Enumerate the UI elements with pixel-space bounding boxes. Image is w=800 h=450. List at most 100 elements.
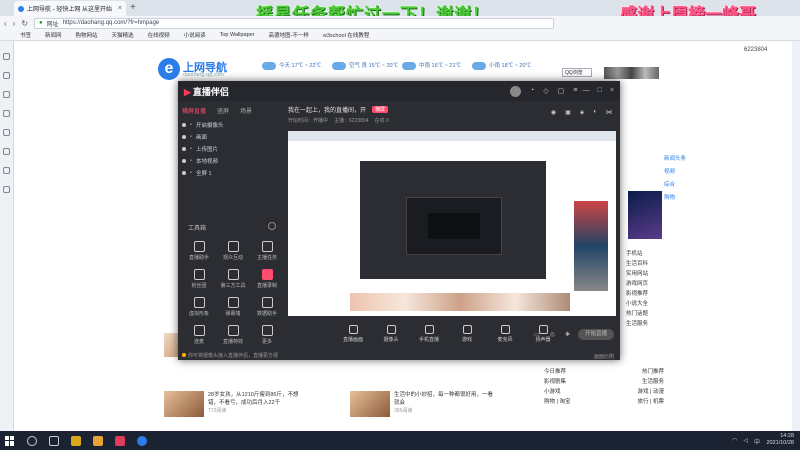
task-view-icon[interactable] bbox=[49, 435, 59, 446]
category-link[interactable]: 游戏网页 bbox=[626, 279, 670, 289]
quick-link[interactable]: 综合 bbox=[664, 179, 704, 192]
forward-icon[interactable]: › bbox=[13, 19, 16, 28]
bookmark-item[interactable]: 新闻网 bbox=[45, 31, 62, 39]
source-button[interactable]: 麦克风 bbox=[492, 325, 518, 343]
eye-icon[interactable] bbox=[182, 123, 186, 127]
region-select[interactable]: QQ浏览 bbox=[562, 68, 592, 77]
stream-preview[interactable] bbox=[288, 131, 616, 316]
camera-icon[interactable]: ▭ bbox=[534, 331, 540, 338]
bell-icon[interactable]: ◐ bbox=[593, 109, 597, 116]
sidebar-bookmark-icon[interactable] bbox=[3, 72, 10, 79]
new-tab-icon[interactable]: + bbox=[130, 2, 136, 13]
scene-item[interactable]: ▫ 全屏 1 bbox=[182, 167, 282, 179]
bookmark-item[interactable]: 小说阅读 bbox=[184, 31, 206, 39]
tab-scenes[interactable]: 场景 bbox=[240, 106, 252, 115]
weather-item[interactable]: 空气 良 15℃ ~ 20℃ bbox=[332, 61, 398, 70]
user-icon[interactable]: ◉ bbox=[551, 109, 556, 116]
tool-button[interactable]: 观众互动 bbox=[216, 241, 250, 261]
sidebar-cart-icon[interactable] bbox=[3, 167, 10, 174]
eye-icon[interactable] bbox=[182, 147, 186, 151]
eye-icon[interactable] bbox=[182, 159, 186, 163]
close-icon[interactable]: × bbox=[610, 87, 614, 94]
tab-landscape[interactable]: 横屏直播 bbox=[182, 106, 206, 115]
browser-icon[interactable] bbox=[137, 435, 147, 446]
sidebar-note-icon[interactable] bbox=[3, 186, 10, 193]
service-link[interactable]: 影视剧集 bbox=[544, 377, 566, 387]
service-link[interactable]: 旅行 | 机票 bbox=[638, 397, 665, 407]
stream-title[interactable]: 我在一起上，我的直播间，开 bbox=[288, 105, 366, 114]
scene-item[interactable]: ▫ 上传图片 bbox=[182, 143, 282, 155]
source-button[interactable]: 手机直播 bbox=[416, 325, 442, 343]
bookmark-item[interactable]: w3school 在线教程 bbox=[323, 31, 369, 39]
clock[interactable]: 14:28 2021/10/28 bbox=[766, 433, 794, 447]
bell-icon[interactable]: ◔ bbox=[530, 87, 534, 95]
quick-link[interactable]: 购物 bbox=[664, 192, 704, 205]
source-button[interactable]: 摄像头 bbox=[378, 325, 404, 343]
share-icon[interactable]: ⋈ bbox=[606, 109, 612, 116]
user-avatar[interactable] bbox=[510, 86, 521, 97]
skin-icon[interactable]: ◇ bbox=[543, 87, 548, 95]
bookmark-item[interactable]: Top Wallpaper bbox=[220, 32, 255, 38]
minimize-icon[interactable]: — bbox=[583, 87, 590, 94]
tab-portrait[interactable]: 竖屏 bbox=[217, 106, 229, 115]
promo-banner[interactable] bbox=[628, 191, 662, 239]
app-icon[interactable] bbox=[93, 435, 103, 446]
eye-icon[interactable] bbox=[182, 171, 186, 175]
message-icon[interactable]: ▢ bbox=[558, 87, 565, 95]
quick-link[interactable]: 新闻头条 bbox=[664, 153, 704, 166]
service-link[interactable]: 购物 | 淘宝 bbox=[544, 397, 571, 407]
quick-link[interactable]: 视频 bbox=[664, 166, 704, 179]
bookmark-item[interactable]: 高德地图-不一样 bbox=[269, 31, 309, 39]
site-logo[interactable]: e 上网导航 daohang.qq.com bbox=[158, 58, 238, 82]
eye-icon[interactable] bbox=[182, 135, 186, 139]
sidebar-mail-icon[interactable] bbox=[3, 129, 10, 136]
eye-icon[interactable]: ◎ bbox=[550, 331, 555, 338]
tool-button[interactable]: 主播任务 bbox=[250, 241, 284, 261]
lock-icon[interactable]: ▫ bbox=[190, 170, 192, 176]
sidebar-home-icon[interactable] bbox=[3, 53, 10, 60]
scene-item[interactable]: ▫ 开启摄像头 bbox=[182, 119, 282, 131]
category-link[interactable]: 热门话题 bbox=[626, 309, 670, 319]
news-item[interactable]: 生活中的小妙招，每一种都很好用，一看就会 365阅读 bbox=[350, 391, 494, 417]
sidebar-download-icon[interactable] bbox=[3, 110, 10, 117]
tool-button[interactable]: 更多 bbox=[250, 325, 284, 345]
sidebar-history-icon[interactable] bbox=[3, 91, 10, 98]
volume-icon[interactable]: ◁ bbox=[743, 437, 748, 446]
avatar-strip[interactable] bbox=[604, 67, 659, 79]
category-link[interactable]: 生活服务 bbox=[626, 319, 670, 329]
category-link[interactable]: 实用网站 bbox=[626, 269, 670, 279]
menu-icon[interactable]: ≡ bbox=[573, 87, 577, 95]
live-companion-icon[interactable] bbox=[115, 435, 125, 446]
back-icon[interactable]: ‹ bbox=[4, 19, 7, 28]
category-link[interactable]: 生活百科 bbox=[626, 259, 670, 269]
stream-tag[interactable]: 横屏 bbox=[372, 106, 389, 113]
category-link[interactable]: 小说大全 bbox=[626, 299, 670, 309]
source-button[interactable]: 直播画面 bbox=[340, 325, 366, 343]
bookmark-item[interactable]: 书签 bbox=[20, 31, 31, 39]
service-link[interactable]: 小游戏 bbox=[544, 387, 561, 397]
start-live-button[interactable]: 开始直播 bbox=[578, 329, 614, 340]
tool-button[interactable]: 第三方工具 bbox=[216, 269, 250, 289]
network-icon[interactable]: ◠ bbox=[732, 437, 737, 446]
aspect-ratio-label[interactable]: 画面比例 bbox=[594, 353, 614, 360]
weather-item[interactable]: 小雨 18℃ ~ 20℃ bbox=[472, 61, 531, 70]
service-link[interactable]: 热门推荐 bbox=[642, 367, 664, 377]
bookmark-item[interactable]: 在线视频 bbox=[148, 31, 170, 39]
url-field[interactable]: ● 网址 https://daohang.qq.com/?fr=hmpage bbox=[34, 17, 555, 29]
bookmark-item[interactable]: 天猫精选 bbox=[112, 31, 134, 39]
news-item[interactable]: 28岁女孩，从1210斤瘦到86斤，不想错，不看亏，成功后月入22千 772阅读 bbox=[164, 391, 308, 417]
tool-button[interactable]: 粉丝团 bbox=[182, 269, 216, 289]
category-link[interactable]: 影视推荐 bbox=[626, 289, 670, 299]
toolbox-settings-icon[interactable] bbox=[268, 222, 276, 230]
lock-icon[interactable]: ▫ bbox=[190, 158, 192, 164]
tool-button[interactable]: 直播特效 bbox=[216, 325, 250, 345]
source-button[interactable]: 游戏 bbox=[454, 325, 480, 343]
windows-start-icon[interactable] bbox=[5, 435, 15, 446]
tool-button[interactable]: 直播录制 bbox=[250, 269, 284, 289]
service-link[interactable]: 游戏 | 动漫 bbox=[638, 387, 665, 397]
weather-item[interactable]: 今天 17℃ ~ 22℃ bbox=[262, 61, 321, 70]
scene-item[interactable]: ▫ 画面 bbox=[182, 131, 282, 143]
weather-item[interactable]: 中雨 16℃ ~ 21℃ bbox=[402, 61, 461, 70]
service-link[interactable]: 生活服务 bbox=[642, 377, 664, 387]
gift-icon[interactable]: ◈ bbox=[580, 109, 585, 116]
